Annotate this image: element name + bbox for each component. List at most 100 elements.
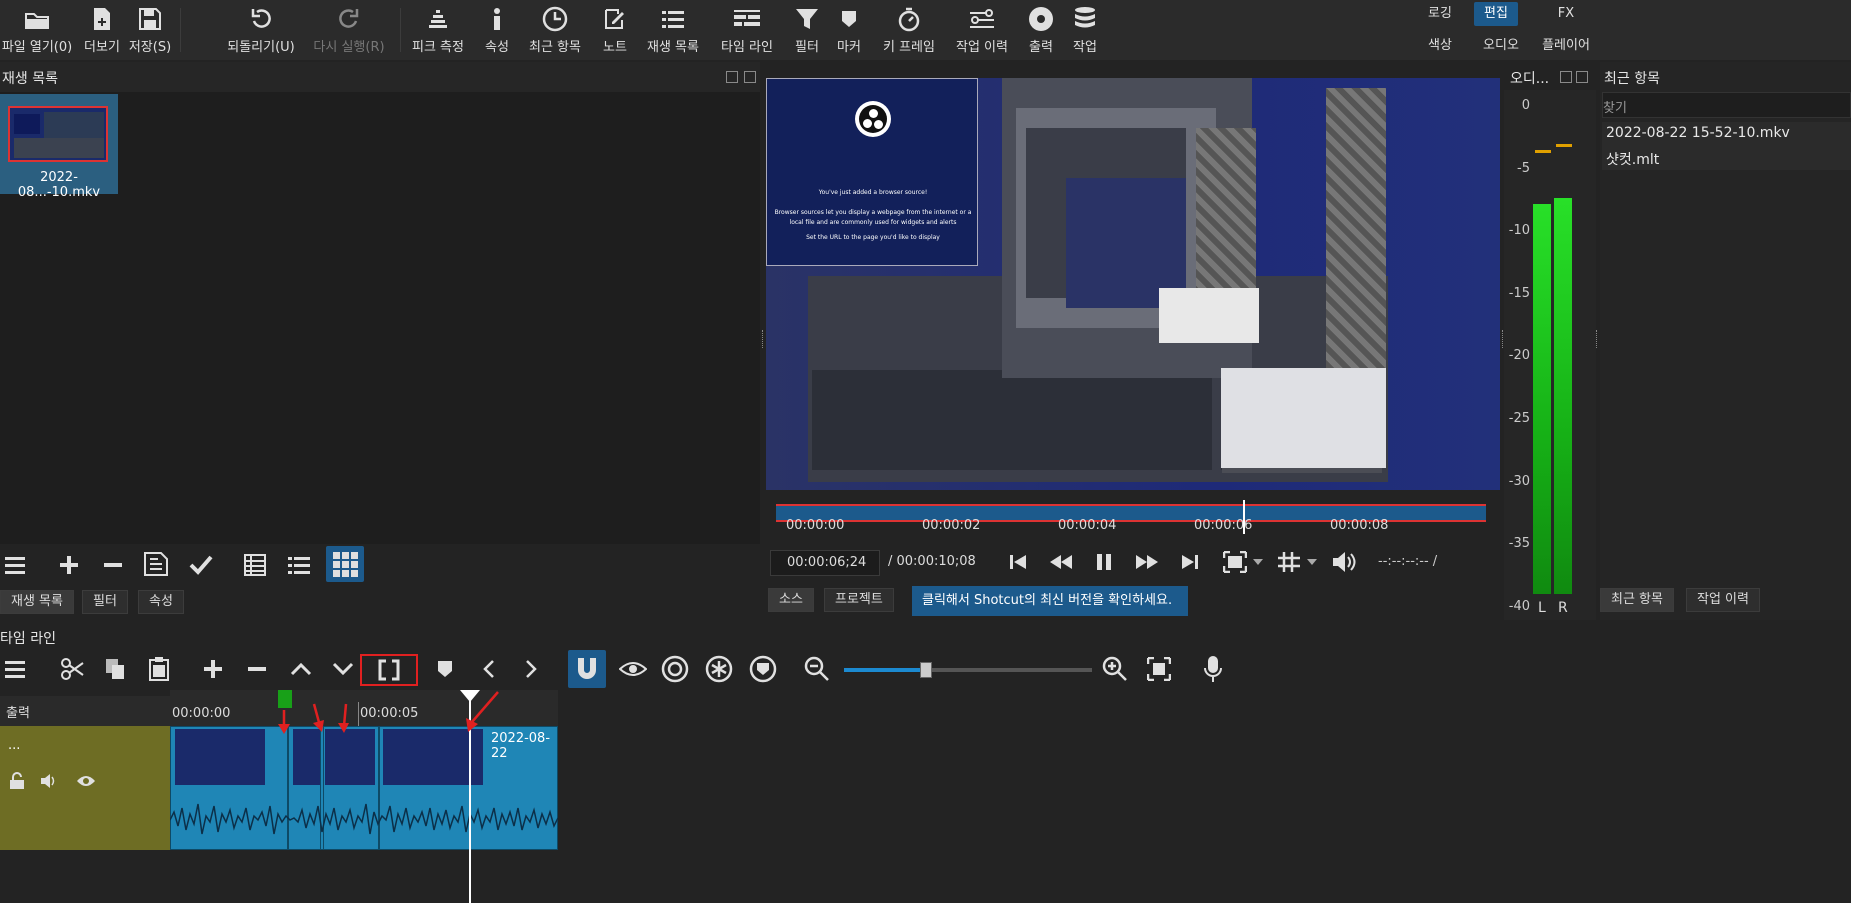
meter-scale-label: 0 — [1521, 98, 1530, 113]
properties-button[interactable]: 속성 — [480, 4, 514, 58]
zoom-fit-icon[interactable] — [1220, 548, 1250, 576]
open-file-button[interactable]: 파일 열기(0) — [2, 4, 72, 58]
menu-icon[interactable] — [2, 550, 32, 580]
zoom-out-icon[interactable] — [800, 652, 834, 686]
recent-button[interactable]: 최근 항목 — [526, 4, 584, 58]
track-header-v1[interactable]: ... — [0, 726, 170, 850]
append-icon[interactable] — [198, 654, 228, 684]
close-icon[interactable] — [744, 71, 756, 83]
filters-button[interactable]: 필터 — [790, 4, 824, 58]
more-button[interactable]: 더보기 — [82, 4, 122, 58]
meter-bar-left — [1533, 204, 1551, 594]
tab-properties[interactable]: 속성 — [138, 590, 184, 614]
redo-button[interactable]: 다시 실행(R) — [312, 4, 386, 58]
cut-icon[interactable] — [58, 654, 88, 684]
update-notice[interactable]: 클릭해서 Shotcut의 최신 버전을 확인하세요. — [912, 586, 1188, 616]
splitter-handle[interactable] — [762, 330, 765, 348]
player-playhead[interactable] — [1243, 500, 1245, 534]
split-icon[interactable] — [360, 654, 418, 686]
layout-fx-button[interactable]: FX — [1546, 2, 1586, 26]
splitter-handle[interactable] — [1596, 330, 1599, 348]
recent-item[interactable]: 샷컷.mlt — [1606, 149, 1659, 169]
close-icon[interactable] — [1576, 71, 1588, 83]
database-icon — [1073, 4, 1097, 34]
ripple-icon[interactable] — [658, 652, 692, 686]
history-button[interactable]: 작업 이력 — [952, 4, 1012, 58]
chevron-down-icon[interactable] — [1306, 556, 1318, 568]
layout-audio-button[interactable]: 오디오 — [1474, 34, 1528, 58]
jobs-button[interactable]: 작업 — [1068, 4, 1102, 58]
snap-icon[interactable] — [568, 650, 606, 688]
detail-view-icon[interactable] — [240, 550, 270, 580]
lift-icon[interactable] — [286, 654, 316, 684]
markers-button[interactable]: 마커 — [832, 4, 866, 58]
tab-project[interactable]: 프로젝트 — [824, 588, 894, 612]
tab-filters[interactable]: 필터 — [82, 590, 128, 614]
paste-icon[interactable] — [144, 654, 174, 684]
zoom-fit-icon[interactable] — [1142, 652, 1176, 686]
check-icon[interactable] — [186, 550, 216, 580]
layout-color-button[interactable]: 색상 — [1418, 34, 1462, 58]
remove-icon[interactable] — [98, 550, 128, 580]
ripple-all-icon[interactable] — [702, 652, 736, 686]
timeline-title: 타임 라인 — [0, 631, 56, 647]
recent-item[interactable]: 2022-08-22 15-52-10.mkv — [1606, 125, 1790, 141]
fast-forward-icon[interactable] — [1134, 550, 1160, 574]
zoom-slider[interactable] — [844, 662, 1092, 678]
pause-icon[interactable] — [1092, 550, 1116, 574]
zoom-in-icon[interactable] — [1098, 652, 1132, 686]
meter-scale-label: -40 — [1508, 598, 1530, 614]
timecode-field[interactable]: 00:00:06;24 — [770, 550, 880, 576]
ripple-markers-icon[interactable] — [746, 652, 780, 686]
skip-previous-icon[interactable] — [1006, 550, 1030, 574]
float-icon[interactable] — [726, 71, 738, 83]
grid-icon[interactable] — [1274, 548, 1304, 576]
tab-history[interactable]: 작업 이력 — [1686, 588, 1760, 612]
layout-editing-button[interactable]: 편집 — [1474, 2, 1518, 26]
skip-next-icon[interactable] — [1178, 550, 1202, 574]
meter-scale-label: -25 — [1508, 411, 1530, 426]
update-clip-icon[interactable] — [140, 548, 172, 580]
splitter-handle[interactable] — [1502, 330, 1505, 348]
tab-recent[interactable]: 최근 항목 — [1600, 588, 1674, 612]
chevron-down-icon[interactable] — [1252, 556, 1264, 568]
video-preview[interactable]: You've just added a browser source! Brow… — [766, 78, 1500, 490]
lock-icon[interactable] — [6, 770, 28, 792]
menu-icon[interactable] — [2, 654, 32, 684]
undo-button[interactable]: 되돌리기(U) — [224, 4, 298, 58]
hide-icon[interactable] — [74, 770, 98, 792]
scrub-icon[interactable] — [616, 654, 650, 684]
remove-icon[interactable] — [242, 654, 272, 684]
playlist-clip[interactable]: 2022-08...-10.mkv — [0, 94, 118, 200]
timeline-button[interactable]: 타임 라인 — [716, 4, 778, 58]
meter-scale-label: -10 — [1508, 223, 1530, 239]
overwrite-icon[interactable] — [328, 654, 358, 684]
zoom-slider-handle[interactable] — [919, 662, 932, 678]
notes-button[interactable]: 노트 — [598, 4, 632, 58]
volume-icon[interactable] — [1330, 548, 1360, 576]
recent-search-input[interactable]: 찾기 — [1602, 92, 1851, 118]
next-marker-icon[interactable] — [516, 654, 546, 684]
tab-playlist[interactable]: 재생 목록 — [0, 590, 74, 614]
peak-meter-button[interactable]: 피크 측정 — [410, 4, 466, 58]
add-icon[interactable] — [54, 550, 84, 580]
grid-view-icon[interactable] — [326, 546, 364, 582]
save-button[interactable]: 저장(S) — [128, 4, 172, 58]
export-button[interactable]: 출력 — [1024, 4, 1058, 58]
record-audio-icon[interactable] — [1196, 652, 1230, 686]
jobs-label: 작업 — [1073, 40, 1097, 55]
rewind-icon[interactable] — [1048, 550, 1074, 574]
stopwatch-icon — [896, 4, 922, 34]
list-view-icon[interactable] — [284, 550, 314, 580]
layout-logging-button[interactable]: 로깅 — [1418, 2, 1462, 26]
playlist-button[interactable]: 재생 목록 — [644, 4, 702, 58]
marker-icon[interactable] — [430, 654, 460, 684]
previous-marker-icon[interactable] — [474, 654, 504, 684]
layout-player-button[interactable]: 플레이어 — [1536, 34, 1596, 58]
clip-track-v1[interactable]: 2022-08-22 — [170, 726, 558, 850]
float-icon[interactable] — [1560, 71, 1572, 83]
mute-icon[interactable] — [38, 770, 60, 792]
tab-source[interactable]: 소스 — [768, 588, 814, 612]
copy-icon[interactable] — [100, 654, 130, 684]
keyframes-button[interactable]: 키 프레임 — [878, 4, 940, 58]
